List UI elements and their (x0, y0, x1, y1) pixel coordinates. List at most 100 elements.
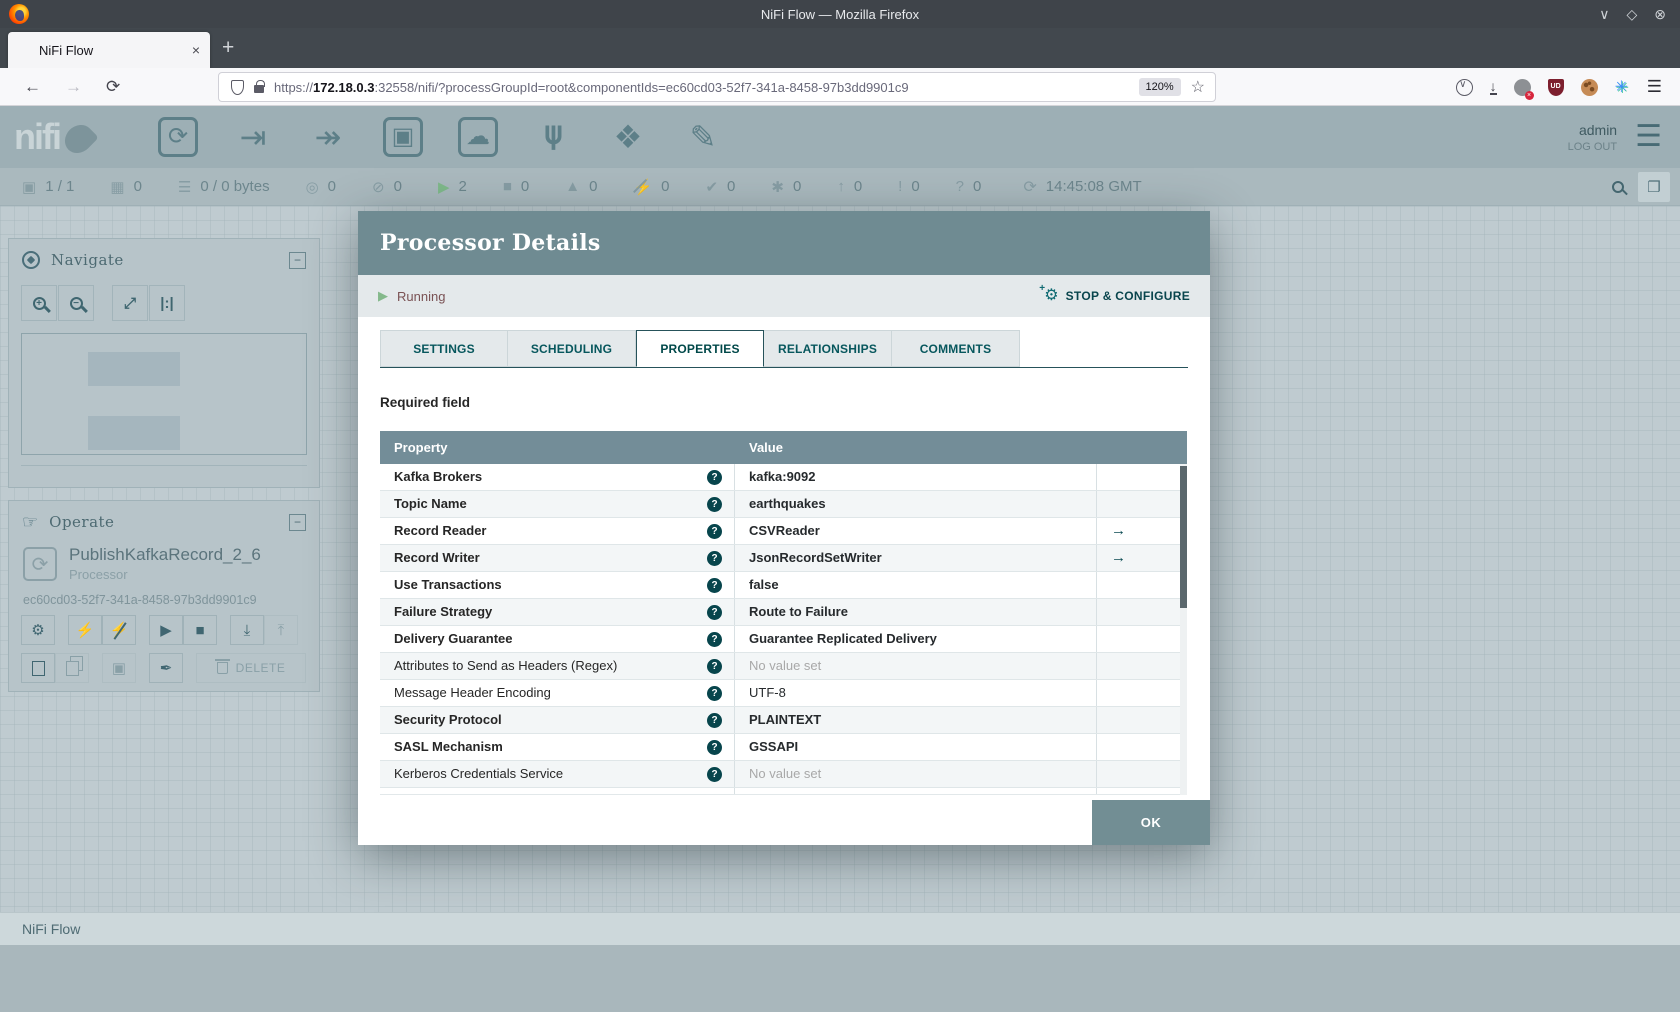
property-row[interactable]: Attributes to Send as Headers (Regex)? No… (380, 653, 1187, 680)
enable-button[interactable]: ⚡ (68, 615, 102, 645)
property-row[interactable]: SASL Mechanism? GSSAPI (380, 734, 1187, 761)
property-value-cell[interactable]: GSSAPI (735, 734, 1097, 760)
help-icon[interactable]: ? (707, 766, 722, 782)
help-icon[interactable]: ? (707, 550, 722, 566)
property-value-cell[interactable]: Guarantee Replicated Delivery (735, 626, 1097, 652)
extension-mask-icon[interactable] (1513, 78, 1534, 100)
help-icon[interactable]: ? (707, 496, 722, 512)
zoom-actual-button[interactable]: |:| (149, 285, 185, 321)
goto-cell[interactable]: → (1097, 518, 1180, 544)
property-value-cell[interactable]: kafka:9092 (735, 464, 1097, 490)
copy-button[interactable] (21, 653, 55, 683)
stop-button[interactable]: ■ (183, 615, 217, 645)
tab-relationships[interactable]: RELATIONSHIPS (764, 330, 892, 367)
breadcrumb-root[interactable]: NiFi Flow (22, 921, 80, 937)
scrollbar-thumb[interactable] (1180, 466, 1187, 608)
url-text[interactable]: https://172.18.0.3:32558/nifi/?processGr… (274, 80, 1139, 95)
back-button[interactable]: ← (24, 77, 41, 97)
property-value-cell[interactable]: JsonRecordSetWriter (735, 545, 1097, 571)
browser-menu-icon[interactable]: ☰ (1647, 77, 1662, 97)
remote-process-group-icon[interactable]: ☁ (454, 113, 502, 161)
browser-tab-nifi[interactable]: NiFi Flow × (8, 32, 210, 68)
property-row[interactable]: Topic Name? earthquakes (380, 491, 1187, 518)
url-bar[interactable]: https://172.18.0.3:32558/nifi/?processGr… (218, 72, 1216, 102)
property-row[interactable]: Delivery Guarantee? Guarantee Replicated … (380, 626, 1187, 653)
downloads-icon[interactable]: ↓ (1489, 79, 1497, 95)
navigate-collapse-button[interactable]: − (289, 251, 306, 269)
bookmark-star-icon[interactable]: ☆ (1191, 77, 1205, 97)
extension-ud-shield-icon[interactable]: UD (1547, 78, 1564, 96)
breadcrumb[interactable]: NiFi Flow (0, 912, 1680, 945)
help-icon[interactable]: ? (707, 712, 722, 728)
bulletin-panel-toggle[interactable]: ❐ (1638, 171, 1670, 202)
birdseye-minimap[interactable] (21, 333, 307, 455)
help-icon[interactable]: ? (707, 658, 722, 674)
property-value-cell[interactable]: CSVReader (735, 518, 1097, 544)
property-value-cell[interactable]: No value set (735, 788, 1097, 794)
help-icon[interactable]: ? (707, 469, 722, 485)
tracking-protection-shield-icon[interactable] (231, 79, 244, 95)
zoom-fit-button[interactable]: ⤢ (112, 285, 148, 321)
connection-lock-icon[interactable] (254, 79, 265, 93)
delete-button[interactable]: DELETE (196, 653, 306, 683)
template-icon[interactable]: ❖ (604, 113, 652, 161)
property-row[interactable]: Record Writer? JsonRecordSetWriter → (380, 545, 1187, 572)
input-port-icon[interactable]: ⇥ (229, 113, 277, 161)
page-zoom-badge[interactable]: 120% (1138, 78, 1181, 96)
property-row[interactable]: Kerberos Service Name? No value set (380, 788, 1187, 794)
help-icon[interactable]: ? (707, 739, 722, 755)
change-color-button[interactable]: ✒ (149, 653, 183, 683)
property-value-cell[interactable]: false (735, 572, 1097, 598)
property-row[interactable]: Message Header Encoding? UTF-8 (380, 680, 1187, 707)
logout-link[interactable]: LOG OUT (1568, 141, 1618, 153)
tab-comments[interactable]: COMMENTS (892, 330, 1020, 367)
window-minimize-icon[interactable]: ∨ (1599, 6, 1609, 23)
process-group-icon[interactable]: ▣ (379, 113, 427, 161)
search-icon[interactable] (1612, 180, 1624, 193)
paste-button[interactable] (55, 653, 89, 683)
start-button[interactable]: ▶ (149, 615, 183, 645)
property-row[interactable]: Kafka Brokers? kafka:9092 (380, 464, 1187, 491)
property-value-cell[interactable]: PLAINTEXT (735, 707, 1097, 733)
property-row[interactable]: Failure Strategy? Route to Failure (380, 599, 1187, 626)
zoom-in-button[interactable]: + (21, 285, 57, 321)
new-tab-button[interactable]: + (222, 36, 234, 60)
pocket-icon[interactable] (1455, 78, 1473, 96)
output-port-icon[interactable]: ↠ (304, 113, 352, 161)
help-icon[interactable]: ? (707, 577, 722, 593)
tab-close-icon[interactable]: × (184, 42, 200, 58)
tab-scheduling[interactable]: SCHEDULING (508, 330, 636, 367)
tab-settings[interactable]: SETTINGS (380, 330, 508, 367)
property-row[interactable]: Kerberos Credentials Service? No value se… (380, 761, 1187, 788)
disable-button[interactable]: ⚡ (102, 615, 136, 645)
help-icon[interactable]: ? (707, 604, 722, 620)
group-button[interactable]: ▣ (102, 653, 136, 683)
window-maximize-icon[interactable]: ◇ (1626, 6, 1637, 23)
property-row[interactable]: Security Protocol? PLAINTEXT (380, 707, 1187, 734)
window-close-icon[interactable]: ⊗ (1654, 6, 1666, 23)
stop-and-configure-button[interactable]: ⚙ STOP & CONFIGURE (1039, 284, 1190, 304)
configure-button[interactable]: ⚙ (21, 615, 55, 645)
goto-cell[interactable]: → (1097, 545, 1180, 571)
help-icon[interactable]: ? (707, 685, 722, 701)
goto-service-icon[interactable]: → (1111, 522, 1126, 539)
extension-asterisk-icon[interactable]: ✳ (1615, 77, 1628, 97)
property-value-cell[interactable]: No value set (735, 653, 1097, 679)
operate-collapse-button[interactable]: − (289, 513, 306, 531)
zoom-out-button[interactable]: − (58, 285, 94, 321)
goto-service-icon[interactable]: → (1111, 549, 1126, 566)
table-scrollbar[interactable] (1180, 464, 1187, 795)
forward-button[interactable]: → (65, 77, 82, 97)
global-menu-icon[interactable]: ☰ (1635, 122, 1662, 152)
refresh-icon[interactable]: ⟳ (1023, 177, 1036, 197)
property-value-cell[interactable]: earthquakes (735, 491, 1097, 517)
tab-properties[interactable]: PROPERTIES (636, 330, 764, 367)
property-value-cell[interactable]: No value set (735, 761, 1097, 787)
funnel-icon[interactable]: ⋔ (529, 113, 577, 161)
help-icon[interactable]: ? (707, 631, 722, 647)
label-icon[interactable]: ✎ (679, 113, 727, 161)
upload-template-button[interactable]: ⤒ (264, 615, 298, 645)
property-row[interactable]: Record Reader? CSVReader → (380, 518, 1187, 545)
help-icon[interactable]: ? (707, 793, 722, 794)
reload-button[interactable]: ⟳ (106, 77, 120, 97)
